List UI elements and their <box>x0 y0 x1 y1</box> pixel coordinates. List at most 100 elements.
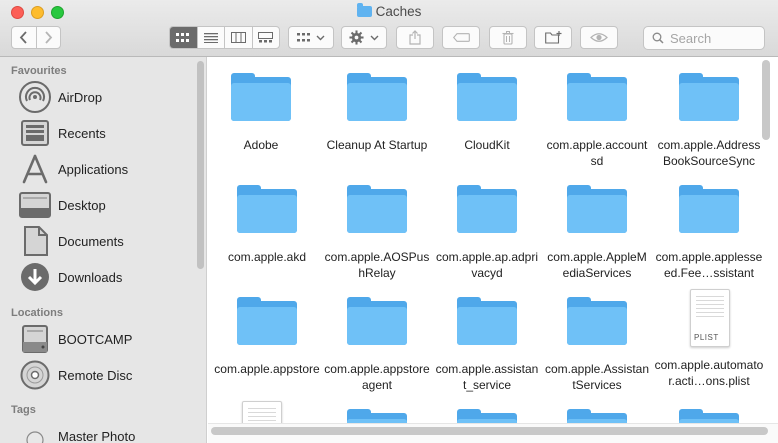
file-item-folder[interactable]: Cleanup At Startup <box>322 73 432 153</box>
chevron-down-icon <box>370 35 379 40</box>
tag-icon <box>452 33 470 42</box>
file-item-folder[interactable]: com.apple.assistant_service <box>432 297 542 393</box>
documents-icon <box>18 225 52 257</box>
trash-icon <box>502 30 514 45</box>
sidebar-item-label: Master Photo <box>58 428 136 443</box>
file-name: com.apple.ap.adprivacyd <box>435 250 539 280</box>
window-title-text: Caches <box>375 4 422 19</box>
content-vertical-scrollbar[interactable] <box>762 60 770 140</box>
sidebar-item-downloads[interactable]: Downloads <box>18 261 193 293</box>
file-item-folder[interactable]: CloudKit <box>432 73 542 153</box>
desktop-icon <box>18 189 52 221</box>
file-item-plist[interactable]: PLIST com.apple.automator.acti…ons.plist <box>652 289 766 389</box>
sidebar-item-remote-disc[interactable]: Remote Disc <box>18 359 193 391</box>
disk-icon <box>18 323 52 355</box>
folder-icon <box>356 3 372 17</box>
plist-badge: PLIST <box>694 333 719 342</box>
sidebar-item-bootcamp[interactable]: BOOTCAMP <box>18 323 193 355</box>
sidebar: Favourites AirDrop Recents Applications … <box>0 57 207 443</box>
file-item-folder[interactable]: com.apple.accountsd <box>542 73 652 169</box>
folder-icon <box>237 297 297 345</box>
edit-tags-button[interactable] <box>442 26 480 49</box>
file-name: com.apple.automator.acti…ons.plist <box>654 358 764 388</box>
search-input[interactable] <box>670 30 760 46</box>
search-icon <box>652 32 664 44</box>
view-mode-selector <box>169 26 280 49</box>
recents-icon <box>18 117 52 149</box>
sidebar-item-label: Downloads <box>58 269 123 285</box>
new-folder-button[interactable] <box>534 26 572 49</box>
sidebar-item-label: Desktop <box>58 197 106 213</box>
gallery-view-button[interactable] <box>251 27 280 48</box>
file-item-folder[interactable]: com.apple.ap.adprivacyd <box>432 185 542 281</box>
trash-button[interactable] <box>489 26 527 49</box>
folder-icon <box>347 185 407 233</box>
grid-icon <box>297 33 310 42</box>
file-item-folder[interactable]: com.apple.appstore <box>212 297 322 377</box>
folder-icon <box>567 297 627 345</box>
forward-button[interactable] <box>35 27 61 48</box>
column-view-button[interactable] <box>224 27 252 48</box>
tags-header: Tags <box>11 404 36 416</box>
icon-view-button[interactable] <box>170 27 197 48</box>
sidebar-item-label: Remote Disc <box>58 367 133 383</box>
sidebar-item-tag-master-photo[interactable]: Master Photo <box>18 420 193 443</box>
folder-icon <box>237 185 297 233</box>
finder-window: Caches Search Favourites AirDrop Recents… <box>0 0 778 443</box>
gear-icon <box>349 30 364 45</box>
file-grid: Adobe Cleanup At Startup CloudKit com.ap… <box>208 57 778 443</box>
list-view-button[interactable] <box>196 27 225 48</box>
file-name: com.apple.AssistantServices <box>544 362 650 392</box>
file-item-folder[interactable]: com.apple.applesseed.Fee…ssistant <box>652 185 766 281</box>
icon-view-icon <box>176 32 190 42</box>
navigation-buttons <box>11 26 61 49</box>
content-horizontal-scrollbar[interactable] <box>211 427 768 435</box>
search-field[interactable] <box>643 26 765 50</box>
folder-icon <box>567 73 627 121</box>
share-button[interactable] <box>396 26 434 49</box>
sidebar-item-label: Documents <box>58 233 124 249</box>
file-name: com.apple.appstore <box>214 362 320 376</box>
file-name: com.apple.AppleMediaServices <box>547 250 647 280</box>
file-item-folder[interactable]: com.apple.appstoreagent <box>322 297 432 393</box>
sidebar-item-airdrop[interactable]: AirDrop <box>18 81 193 113</box>
file-item-folder[interactable]: com.apple.AOSPushRelay <box>322 185 432 281</box>
chevron-right-icon <box>45 31 52 44</box>
sidebar-item-applications[interactable]: Applications <box>18 153 193 185</box>
folder-icon <box>679 73 739 121</box>
sidebar-item-recents[interactable]: Recents <box>18 117 193 149</box>
file-name: com.apple.applesseed.Fee…ssistant <box>655 250 763 280</box>
file-item-folder[interactable]: com.apple.akd <box>212 185 322 265</box>
back-button[interactable] <box>12 27 36 48</box>
folder-icon <box>679 185 739 233</box>
sidebar-item-label: Applications <box>58 161 129 177</box>
folder-icon <box>457 73 517 121</box>
sidebar-item-label: Recents <box>58 125 106 141</box>
action-menu-button[interactable] <box>341 26 387 49</box>
sidebar-item-documents[interactable]: Documents <box>18 225 193 257</box>
file-name: Adobe <box>243 138 279 152</box>
file-item-folder[interactable]: Adobe <box>208 73 316 153</box>
group-by-button[interactable] <box>288 26 334 49</box>
gallery-view-icon <box>258 32 274 43</box>
sidebar-item-label: BOOTCAMP <box>58 331 133 347</box>
file-name: com.apple.akd <box>227 250 307 264</box>
folder-icon <box>231 73 291 121</box>
locations-header: Locations <box>11 307 63 319</box>
sidebar-item-label: AirDrop <box>58 89 103 105</box>
file-item-folder[interactable]: com.apple.AppleMediaServices <box>542 185 652 281</box>
quick-look-button[interactable] <box>580 26 618 49</box>
file-name: com.apple.assistant_service <box>435 362 539 392</box>
file-item-folder[interactable]: com.apple.AddressBookSourceSync <box>652 73 766 169</box>
list-view-icon <box>203 32 218 43</box>
file-name: Cleanup At Startup <box>326 138 428 152</box>
file-item-folder[interactable]: com.apple.AssistantServices <box>542 297 652 393</box>
window-title: Caches <box>0 3 778 19</box>
file-name: com.apple.appstoreagent <box>324 362 430 392</box>
file-name: com.apple.AddressBookSourceSync <box>657 138 761 168</box>
chevron-down-icon <box>316 35 325 40</box>
sidebar-item-desktop[interactable]: Desktop <box>18 189 193 221</box>
favourites-header: Favourites <box>11 65 67 77</box>
sidebar-scrollbar[interactable] <box>197 61 204 269</box>
share-icon <box>409 30 421 45</box>
